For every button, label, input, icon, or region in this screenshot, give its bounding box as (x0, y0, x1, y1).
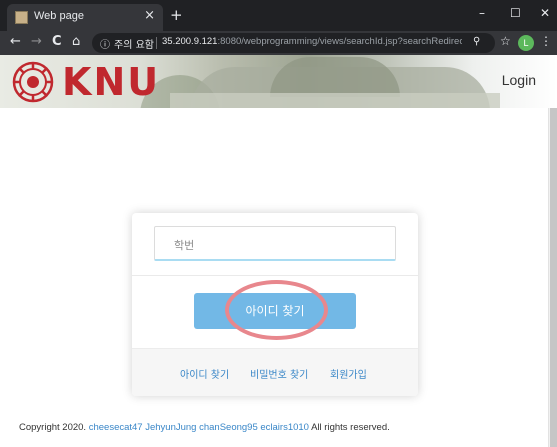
search-icon[interactable]: ⚲ (473, 36, 480, 47)
find-id-link[interactable]: 아이디 찾기 (180, 366, 229, 381)
maximize-button[interactable]: ☐ (510, 6, 521, 20)
star-icon[interactable]: ☆ (500, 34, 511, 48)
menu-icon[interactable]: ⋮ (540, 34, 552, 48)
card-divider (132, 275, 418, 276)
url-path: :8080/webprogramming/views/searchId.jsp?… (217, 36, 462, 47)
back-button[interactable]: ← (10, 34, 21, 49)
omnibox-divider (156, 37, 157, 49)
student-id-placeholder: 학번 (174, 239, 195, 252)
site-header: KNU Login (0, 55, 557, 108)
url-host: 35.200.9.121 (162, 36, 218, 47)
address-bar[interactable]: ⓘ 주의 요함 35.200.9.121:8080/webprogramming… (92, 33, 495, 53)
security-warning-label[interactable]: 주의 요함 (114, 36, 154, 51)
scrollbar-thumb[interactable] (550, 108, 557, 447)
info-icon[interactable]: ⓘ (100, 36, 110, 51)
copyright-suffix: All rights reserved. (311, 422, 390, 433)
profile-avatar[interactable]: L (518, 35, 534, 51)
authors-links[interactable]: cheesecat47 JehyunJung chanSeong95 eclai… (89, 422, 309, 433)
close-tab-icon[interactable]: × (144, 8, 155, 23)
site-logo-text[interactable]: KNU (62, 60, 160, 104)
sign-up-link[interactable]: 회원가입 (330, 366, 367, 381)
forward-button[interactable]: → (31, 34, 42, 49)
close-window-button[interactable]: ✕ (540, 6, 550, 20)
browser-tab-bar: Web page × + – ☐ ✕ (0, 0, 557, 31)
find-password-link[interactable]: 비밀번호 찾기 (250, 366, 308, 381)
login-link[interactable]: Login (502, 72, 536, 88)
copyright-prefix: Copyright 2020. (19, 422, 87, 433)
favicon-icon (15, 11, 28, 24)
highlight-annotation-ring (225, 280, 328, 340)
reload-button[interactable]: C (52, 34, 62, 49)
page-scrollbar[interactable] (548, 108, 557, 447)
browser-tab[interactable]: Web page × (7, 4, 163, 31)
url-text[interactable]: 35.200.9.121:8080/webprogramming/views/s… (162, 36, 462, 47)
header-background-wall (170, 93, 500, 108)
minimize-button[interactable]: – (479, 6, 485, 20)
find-id-card: 학번 아이디 찾기 아이디 찾기 비밀번호 찾기 회원가입 (132, 213, 418, 396)
student-id-input[interactable]: 학번 (154, 226, 396, 261)
page-footer: Copyright 2020. cheesecat47 JehyunJung c… (19, 422, 390, 433)
home-button[interactable]: ⌂ (72, 34, 80, 49)
new-tab-button[interactable]: + (170, 6, 183, 24)
university-emblem-icon[interactable] (12, 61, 54, 103)
card-footer-links: 아이디 찾기 비밀번호 찾기 회원가입 (132, 348, 418, 396)
tab-title: Web page (34, 10, 84, 22)
header-background-dome (270, 57, 400, 97)
browser-toolbar: ← → C ⌂ ⓘ 주의 요함 35.200.9.121:8080/webpro… (0, 31, 557, 55)
